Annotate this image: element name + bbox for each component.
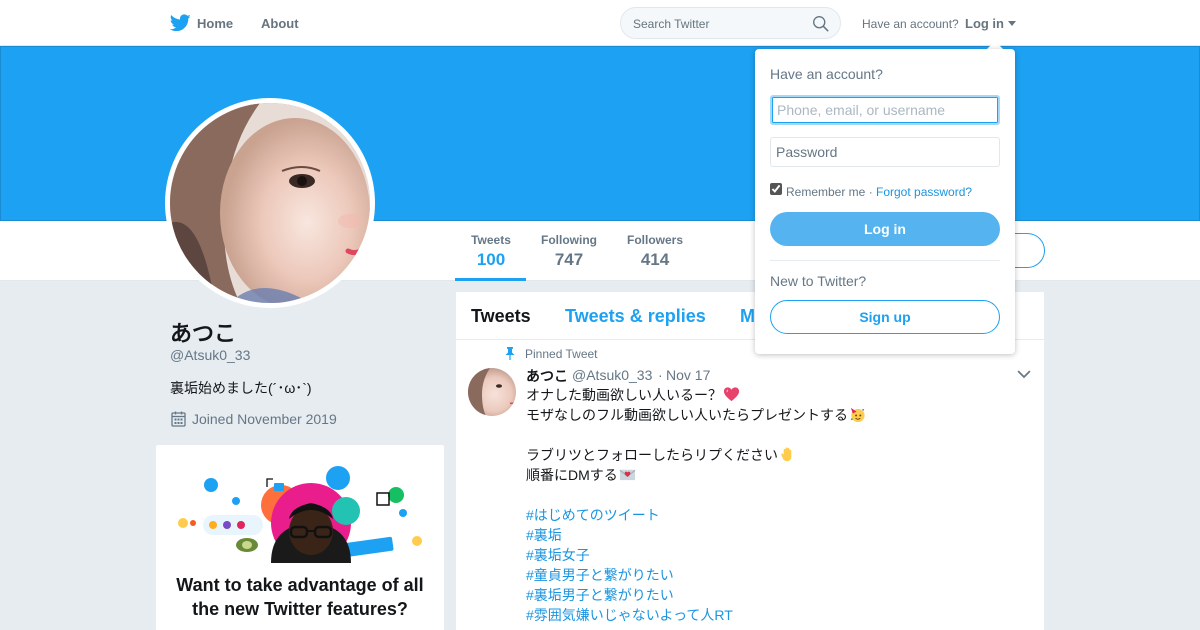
tweet-text: オナした動画欲しい人いるー？ モザなしのフル動画欲しい人いたらプレゼントする ラ… [526,385,1026,625]
search-input[interactable] [633,16,808,32]
tweet-author-name[interactable]: あつこ [526,366,568,386]
tweet-line: ラブリツとフォローしたらリプください [526,445,1026,465]
chevron-down-icon[interactable] [1017,370,1031,379]
stat-tweets[interactable]: Tweets 100 [467,233,515,270]
twitter-bird-icon[interactable] [170,14,191,32]
stat-value: 747 [554,250,584,269]
remember-me-label: Remember me · [786,185,873,199]
stat-label: Followers [626,233,683,247]
party-face-emoji-icon [850,407,865,423]
pinned-tweet-label: Pinned Tweet [525,347,598,361]
top-navigation: Home About Have an account? Log in [0,0,1200,46]
tweet-avatar-image [468,368,516,416]
raised-hand-emoji-icon [781,447,792,462]
stat-following[interactable]: Following 747 [538,233,600,270]
divider [770,260,1000,261]
tab-tweets[interactable]: Tweets [471,306,531,327]
hashtag-link[interactable]: #はじめてのツイート [526,505,1026,525]
pin-icon [505,347,515,360]
active-tab-indicator [455,278,526,281]
promo-title: Want to take advantage of all the new Tw… [176,575,424,619]
hashtag-link[interactable]: #裏垢女子 [526,545,1026,565]
tweet-line-text: ラブリツとフォローしたらリプください [526,447,778,463]
calendar-icon [171,411,186,427]
tweet-line-text: オナした動画欲しい人いるー？ [526,387,722,403]
login-button[interactable]: Log in [770,212,1000,246]
new-to-twitter-text: New to Twitter? [770,273,867,289]
tweet-line: 順番にDMする [526,465,1026,485]
forgot-password-link[interactable]: Forgot password? [876,185,972,199]
tweet-line [526,485,1026,505]
password-field[interactable] [770,137,1000,167]
stat-value: 100 [476,250,506,269]
tweet-line: モザなしのフル動画欲しい人いたらプレゼントする [526,405,1026,425]
login-menu-toggle[interactable]: Log in [965,16,1004,31]
tab-tweets-and-replies[interactable]: Tweets & replies [565,306,706,327]
promo-illustration [178,466,422,563]
login-dropdown-title: Have an account? [770,66,883,82]
tweet-author-handle[interactable]: @Atsuk0_33 [572,367,652,383]
avatar-portrait-image [170,103,370,303]
tweet-timestamp[interactable]: Nov 17 [666,367,710,383]
username-field[interactable] [770,95,1000,125]
caret-down-icon[interactable] [1008,21,1016,26]
hashtag-link[interactable]: #雰囲気嫌いじゃないよって人RT [526,605,1026,625]
tweet-line: オナした動画欲しい人いるー？ [526,385,1026,405]
profile-display-name: あつこ [170,321,237,346]
profile-bio: 裏垢始めました(´･ω･`) [170,380,312,396]
tweet-line [526,425,1026,445]
search-box [620,7,841,39]
have-account-text: Have an account? [862,17,959,31]
stat-value: 414 [640,250,670,269]
nav-home-link[interactable]: Home [197,16,233,31]
hashtag-link[interactable]: #裏垢 [526,525,1026,545]
nav-about-link[interactable]: About [261,16,299,31]
heart-emoji-icon [723,387,740,402]
tab-media[interactable]: M [740,306,755,327]
new-features-promo-card: Want to take advantage of all the new Tw… [156,445,444,630]
profile-avatar[interactable] [165,98,375,308]
stat-label: Following [541,233,597,247]
tweet-line-text: 順番にDMする [526,467,618,483]
tweet-line-text: モザなしのフル動画欲しい人いたらプレゼントする [526,407,848,423]
profile-handle[interactable]: @Atsuk0_33 [170,347,250,363]
stat-followers[interactable]: Followers 414 [624,233,686,270]
remember-me-checkbox[interactable] [770,183,782,195]
hashtag-link[interactable]: #裏垢男子と繋がりたい [526,585,1026,605]
tweet-separator-dot: · [658,367,663,383]
avatar-photo [170,103,370,303]
signup-button[interactable]: Sign up [770,300,1000,334]
love-letter-emoji-icon [619,469,636,481]
search-icon[interactable] [812,15,829,32]
profile-joined-date: Joined November 2019 [192,411,337,427]
tweet-author-avatar[interactable] [468,368,516,416]
stat-label: Tweets [471,233,511,247]
hashtag-link[interactable]: #童貞男子と繋がりたい [526,565,1026,585]
login-dropdown: Have an account? Remember me · Forgot pa… [755,49,1015,354]
